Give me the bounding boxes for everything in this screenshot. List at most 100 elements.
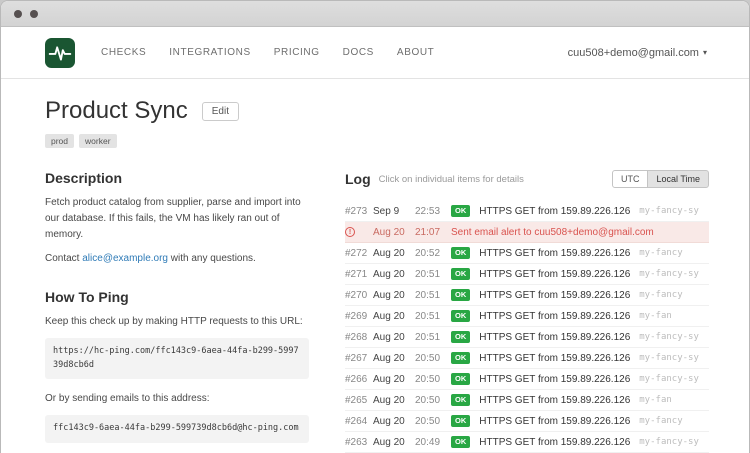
ok-status-badge: OK (451, 394, 470, 406)
log-row-number: #264 (345, 416, 373, 427)
ok-status-badge: OK (451, 310, 470, 322)
ok-status-badge: OK (451, 331, 470, 343)
log-row-message: HTTPS GET from 159.89.226.126 (479, 395, 630, 406)
log-row[interactable]: #266 Aug 20 20:50 OK HTTPS GET from 159.… (345, 369, 709, 390)
log-row-time: 20:51 (415, 332, 451, 343)
log-row-number: #263 (345, 437, 373, 448)
log-row-date: Aug 20 (373, 227, 415, 238)
log-row-date: Aug 20 (373, 269, 415, 280)
log-row-message: HTTPS GET from 159.89.226.126 (479, 374, 630, 385)
log-row-number: #265 (345, 395, 373, 406)
log-row[interactable]: #271 Aug 20 20:51 OK HTTPS GET from 159.… (345, 264, 709, 285)
log-row-date: Aug 20 (373, 248, 415, 259)
tag-badge: worker (79, 134, 117, 148)
ping-url-instruction: Keep this check up by making HTTP reques… (45, 314, 309, 330)
utc-toggle-button[interactable]: UTC (612, 170, 649, 188)
log-row-extra: my-fan (639, 395, 709, 405)
log-row-date: Aug 20 (373, 416, 415, 427)
log-row-number: #268 (345, 332, 373, 343)
log-row-time: 20:51 (415, 290, 451, 301)
log-row-extra: my-fancy-sy (639, 269, 709, 279)
log-row[interactable]: #269 Aug 20 20:51 OK HTTPS GET from 159.… (345, 306, 709, 327)
window-control-icon[interactable] (14, 10, 22, 18)
log-row-time: 20:50 (415, 395, 451, 406)
log-row-message: HTTPS GET from 159.89.226.126 (479, 416, 630, 427)
page-title: Product Sync (45, 97, 188, 125)
log-row-number: #270 (345, 290, 373, 301)
edit-button[interactable]: Edit (202, 102, 239, 121)
log-row-extra: my-fancy-sy (639, 206, 709, 216)
log-row-message: HTTPS GET from 159.89.226.126 (479, 269, 630, 280)
window-titlebar (1, 1, 749, 27)
log-row[interactable]: #272 Aug 20 20:52 OK HTTPS GET from 159.… (345, 243, 709, 264)
log-row-extra: my-fancy (639, 416, 709, 426)
log-row[interactable]: #268 Aug 20 20:51 OK HTTPS GET from 159.… (345, 327, 709, 348)
contact-prefix: Contact (45, 253, 82, 264)
log-row[interactable]: #273 Sep 9 22:53 OK HTTPS GET from 159.8… (345, 201, 709, 222)
log-row[interactable]: #264 Aug 20 20:50 OK HTTPS GET from 159.… (345, 411, 709, 432)
log-row-number: #266 (345, 374, 373, 385)
ok-status-badge: OK (451, 247, 470, 259)
nav-item-pricing[interactable]: PRICING (274, 47, 320, 58)
alert-icon: ! (345, 227, 355, 237)
timezone-toggle: UTC Local Time (612, 170, 709, 188)
ok-status-badge: OK (451, 373, 470, 385)
description-heading: Description (45, 170, 309, 186)
log-row-date: Aug 20 (373, 311, 415, 322)
log-row-time: 20:51 (415, 311, 451, 322)
log-row-extra: my-fancy (639, 290, 709, 300)
how-to-ping-heading: How To Ping (45, 289, 309, 305)
log-row-number: #273 (345, 206, 373, 217)
log-row-time: 20:50 (415, 374, 451, 385)
log-row[interactable]: #263 Aug 20 20:49 OK HTTPS GET from 159.… (345, 432, 709, 453)
log-row-date: Aug 20 (373, 395, 415, 406)
healthchecks-logo-icon[interactable] (45, 38, 75, 68)
log-row-time: 20:52 (415, 248, 451, 259)
log-row-number: #267 (345, 353, 373, 364)
nav-item-about[interactable]: ABOUT (397, 47, 434, 58)
ok-status-badge: OK (451, 436, 470, 448)
log-row-extra: my-fancy (639, 248, 709, 258)
log-row[interactable]: #267 Aug 20 20:50 OK HTTPS GET from 159.… (345, 348, 709, 369)
contact-suffix: with any questions. (168, 253, 256, 264)
log-row-message: HTTPS GET from 159.89.226.126 (479, 206, 630, 217)
log-row-date: Aug 20 (373, 332, 415, 343)
contact-email-link[interactable]: alice@example.org (82, 253, 168, 264)
log-row-extra: my-fancy-sy (639, 332, 709, 342)
log-row-time: 22:53 (415, 206, 451, 217)
tag-badge: prod (45, 134, 74, 148)
ping-url-code: https://hc-ping.com/ffc143c9-6aea-44fa-b… (45, 338, 309, 379)
nav-item-checks[interactable]: CHECKS (101, 47, 146, 58)
log-row-date: Aug 20 (373, 353, 415, 364)
log-row-message: HTTPS GET from 159.89.226.126 (479, 290, 630, 301)
local-time-toggle-button[interactable]: Local Time (647, 170, 709, 188)
log-row-date: Sep 9 (373, 206, 415, 217)
log-row-time: 20:50 (415, 353, 451, 364)
browser-window: CHECKS INTEGRATIONS PRICING DOCS ABOUT c… (0, 0, 750, 453)
ok-status-badge: OK (451, 205, 470, 217)
log-row[interactable]: #265 Aug 20 20:50 OK HTTPS GET from 159.… (345, 390, 709, 411)
log-row-number: #272 (345, 248, 373, 259)
log-row-extra: my-fancy-sy (639, 374, 709, 384)
log-row[interactable]: #270 Aug 20 20:51 OK HTTPS GET from 159.… (345, 285, 709, 306)
description-text: Fetch product catalog from supplier, par… (45, 195, 309, 243)
main-content: Product Sync Edit prod worker Descriptio… (1, 79, 749, 453)
alert-message: Sent email alert to cuu508+demo@gmail.co… (451, 227, 654, 238)
log-row-date: Aug 20 (373, 437, 415, 448)
ping-email-instruction: Or by sending emails to this address: (45, 391, 309, 407)
tag-list: prod worker (45, 134, 709, 148)
account-menu[interactable]: cuu508+demo@gmail.com ▾ (568, 47, 707, 59)
log-row-time: 20:50 (415, 416, 451, 427)
log-row-message: HTTPS GET from 159.89.226.126 (479, 353, 630, 364)
log-alert-row[interactable]: ! Aug 20 21:07 Sent email alert to cuu50… (345, 222, 709, 243)
log-row-time: 21:07 (415, 227, 451, 238)
log-table: #273 Sep 9 22:53 OK HTTPS GET from 159.8… (345, 201, 709, 453)
log-row-message: HTTPS GET from 159.89.226.126 (479, 311, 630, 322)
top-nav: CHECKS INTEGRATIONS PRICING DOCS ABOUT c… (1, 27, 749, 79)
nav-item-integrations[interactable]: INTEGRATIONS (169, 47, 250, 58)
window-control-icon[interactable] (30, 10, 38, 18)
ok-status-badge: OK (451, 289, 470, 301)
nav-item-docs[interactable]: DOCS (343, 47, 374, 58)
log-row-extra: my-fancy-sy (639, 437, 709, 447)
ok-status-badge: OK (451, 352, 470, 364)
